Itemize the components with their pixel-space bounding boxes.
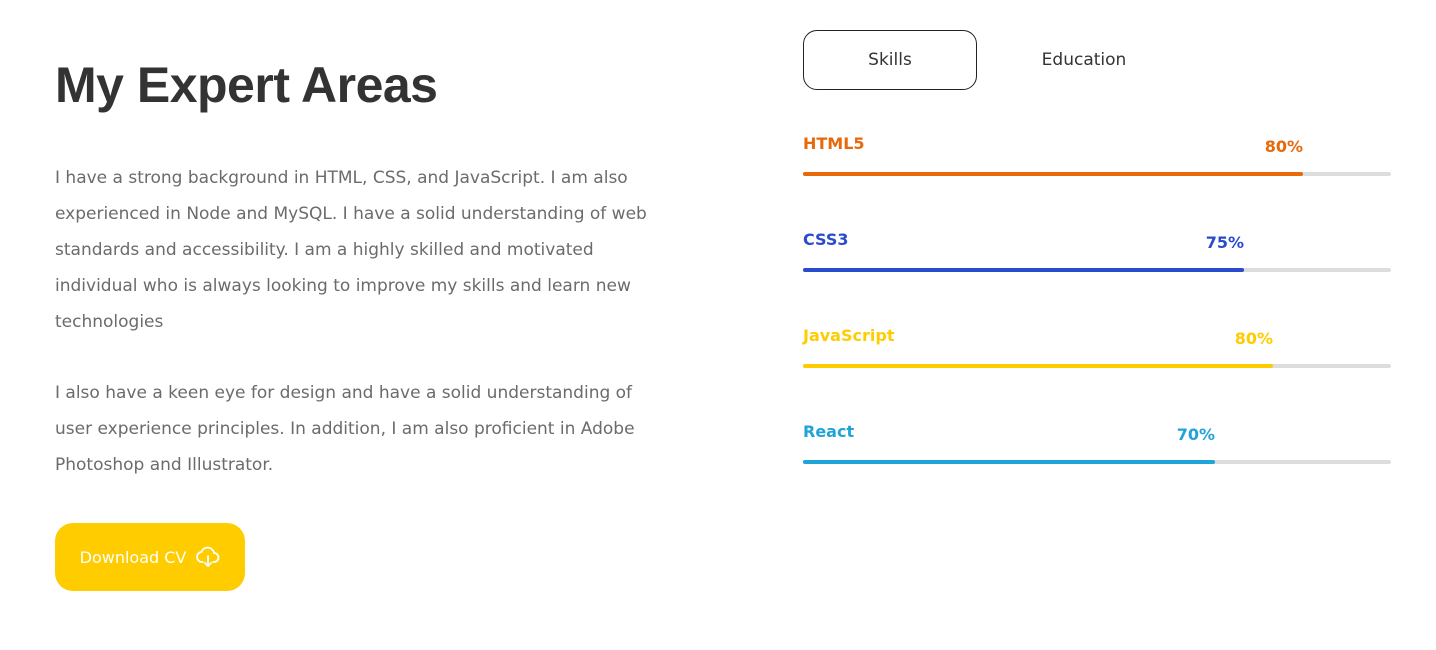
progress-track xyxy=(803,364,1391,368)
tab-bar: Skills Education xyxy=(803,30,1171,90)
download-cv-button[interactable]: Download CV xyxy=(55,523,245,591)
skill-percent: 75% xyxy=(1205,233,1244,252)
skill-item-javascript: JavaScript 80% xyxy=(803,326,1391,376)
skill-percent: 80% xyxy=(1264,137,1303,156)
skill-item-css3: CSS3 75% xyxy=(803,230,1391,280)
progress-fill xyxy=(803,172,1303,176)
progress-track xyxy=(803,268,1391,272)
skill-item-react: React 70% xyxy=(803,422,1391,472)
progress-track xyxy=(803,172,1391,176)
expert-areas-section: My Expert Areas I have a strong backgrou… xyxy=(0,0,1436,650)
download-cv-label: Download CV xyxy=(79,547,187,567)
cloud-download-icon xyxy=(196,546,220,567)
progress-fill xyxy=(803,364,1273,368)
section-title: My Expert Areas xyxy=(55,57,438,113)
skill-item-html5: HTML5 80% xyxy=(803,134,1391,184)
skill-name: HTML5 xyxy=(803,134,865,153)
skill-percent: 80% xyxy=(1234,329,1273,348)
progress-track xyxy=(803,460,1391,464)
skill-name: JavaScript xyxy=(803,326,895,345)
progress-fill xyxy=(803,268,1244,272)
about-paragraph-2: I also have a keen eye for design and ha… xyxy=(55,383,635,475)
tab-skills[interactable]: Skills xyxy=(803,30,977,90)
skill-percent: 70% xyxy=(1176,425,1215,444)
about-paragraph-1: I have a strong background in HTML, CSS,… xyxy=(55,168,647,332)
progress-fill xyxy=(803,460,1215,464)
skill-name: CSS3 xyxy=(803,230,849,249)
skill-name: React xyxy=(803,422,855,441)
tab-education[interactable]: Education xyxy=(997,30,1171,90)
